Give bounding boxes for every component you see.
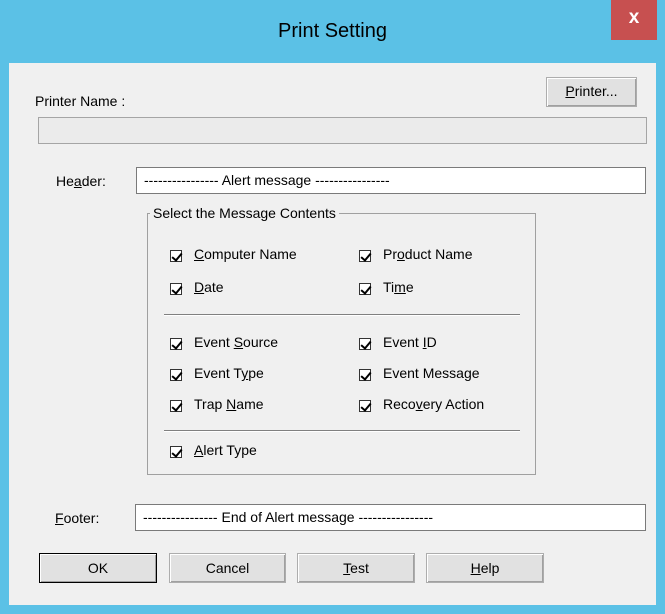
cancel-button[interactable]: Cancel <box>169 553 286 583</box>
ok-button[interactable]: OK <box>39 553 157 583</box>
event-id-label[interactable]: Event ID <box>383 334 437 350</box>
product-name-label[interactable]: Product Name <box>383 246 473 262</box>
close-button[interactable]: x <box>611 0 657 40</box>
event-message-label[interactable]: Event Message <box>383 365 480 381</box>
print-setting-dialog: Print Setting x Printer Name : Printer..… <box>0 0 665 614</box>
trap-name-checkbox[interactable] <box>170 400 182 412</box>
date-checkbox[interactable] <box>170 283 182 295</box>
alert-type-checkbox[interactable] <box>170 446 182 458</box>
recovery-action-label[interactable]: Recovery Action <box>383 396 484 412</box>
product-name-checkbox[interactable] <box>359 250 371 262</box>
printer-button-label: Printer... <box>565 83 618 99</box>
help-button[interactable]: Help <box>426 553 544 583</box>
printer-button[interactable]: Printer... <box>546 77 637 107</box>
trap-name-label[interactable]: Trap Name <box>194 396 264 412</box>
separator-1 <box>164 314 520 316</box>
computer-name-checkbox[interactable] <box>170 250 182 262</box>
event-id-checkbox[interactable] <box>359 338 371 350</box>
alert-type-label[interactable]: Alert Type <box>194 442 257 458</box>
event-source-checkbox[interactable] <box>170 338 182 350</box>
separator-2 <box>164 430 520 432</box>
test-button[interactable]: Test <box>297 553 415 583</box>
printer-name-field[interactable] <box>38 117 647 144</box>
printer-name-label: Printer Name : <box>35 93 126 109</box>
time-checkbox[interactable] <box>359 283 371 295</box>
recovery-action-checkbox[interactable] <box>359 400 371 412</box>
date-label[interactable]: Date <box>194 279 224 295</box>
window-title: Print Setting <box>278 20 387 42</box>
event-source-label[interactable]: Event Source <box>194 334 278 350</box>
header-label: Header: <box>56 173 106 189</box>
footer-field[interactable]: ---------------- End of Alert message --… <box>135 504 646 531</box>
footer-label: Footer: <box>55 510 100 526</box>
time-label[interactable]: Time <box>383 279 414 295</box>
event-message-checkbox[interactable] <box>359 369 371 381</box>
header-field[interactable]: ---------------- Alert message ---------… <box>136 167 646 194</box>
message-contents-legend: Select the Message Contents <box>150 205 339 221</box>
event-type-label[interactable]: Event Type <box>194 365 264 381</box>
dialog-body: Printer Name : Printer... Header: ------… <box>9 63 656 605</box>
event-type-checkbox[interactable] <box>170 369 182 381</box>
computer-name-label[interactable]: Computer Name <box>194 246 297 262</box>
title-bar[interactable]: Print Setting x <box>0 0 665 63</box>
